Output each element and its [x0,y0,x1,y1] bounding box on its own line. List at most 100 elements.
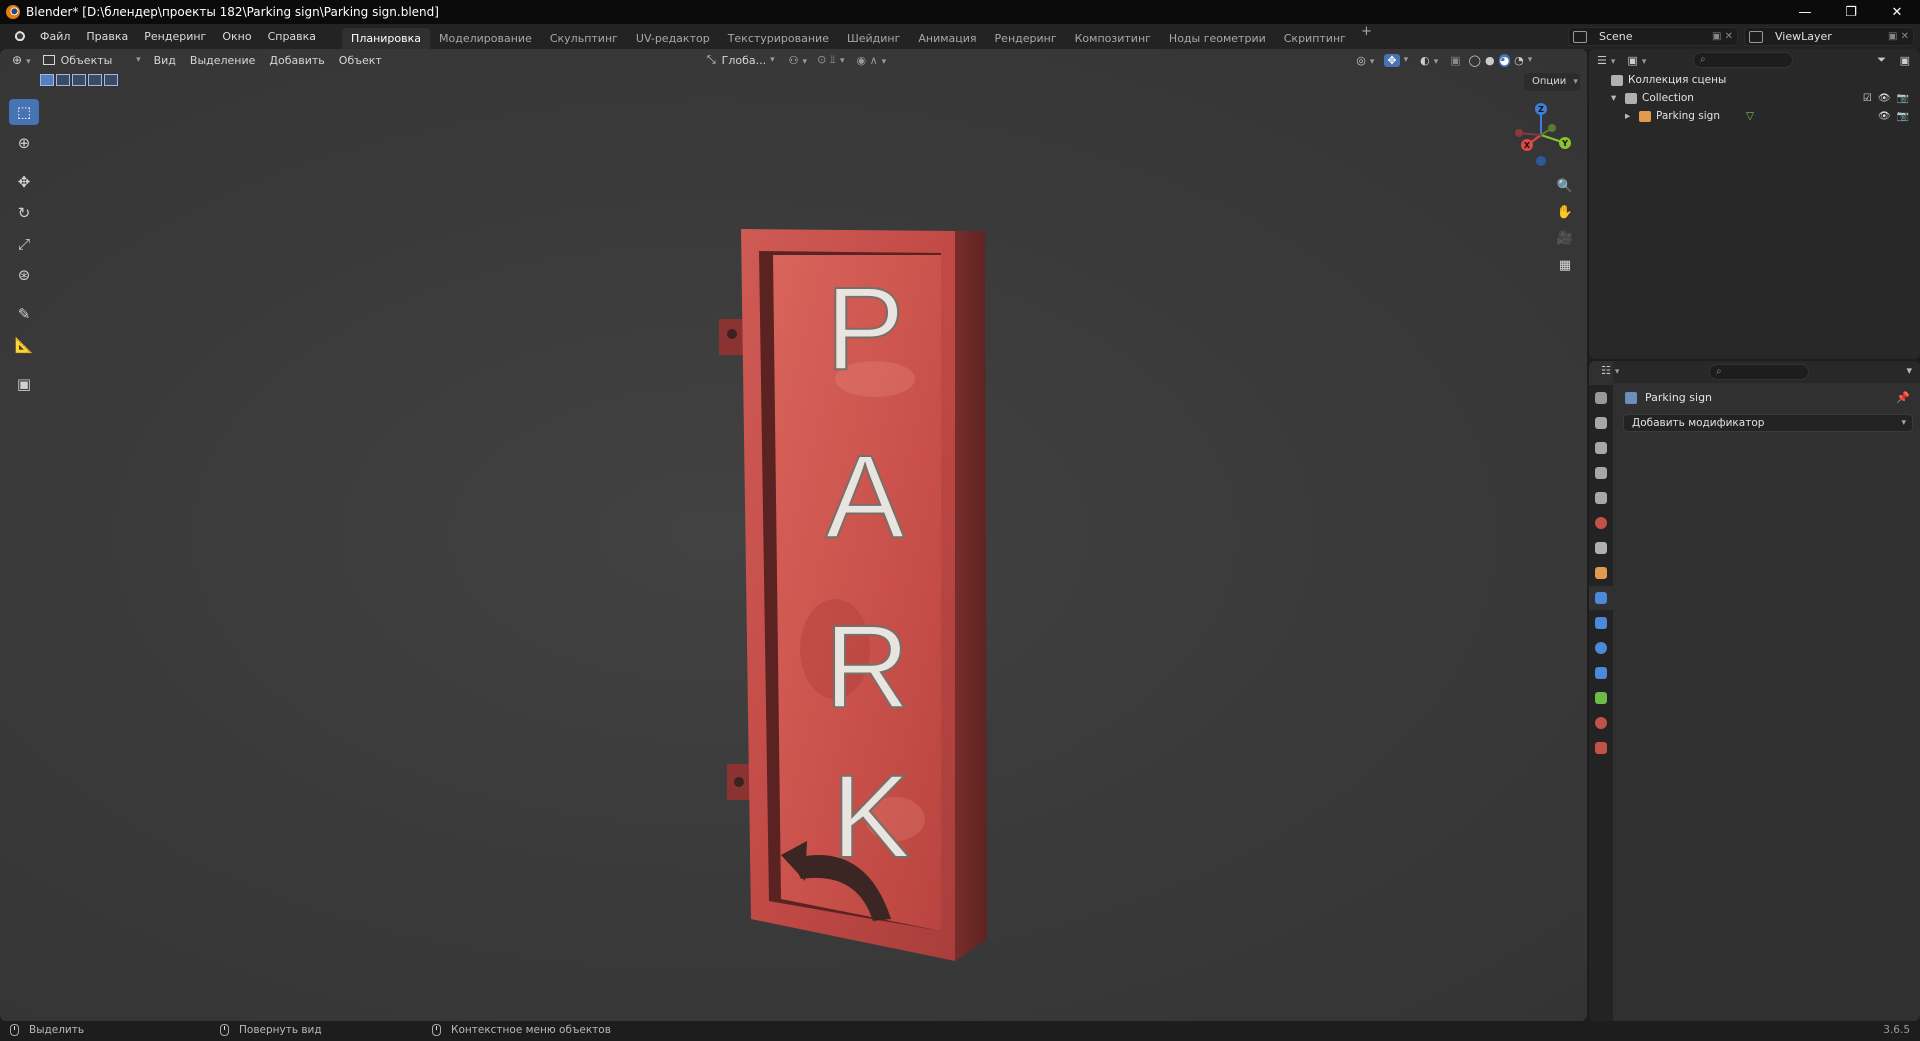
render-tab-icon[interactable] [1589,411,1613,435]
navigation-gizmo[interactable]: Z Y X [1505,99,1575,169]
add-cube-icon[interactable]: ▣ [9,371,39,397]
hide-eye-icon[interactable]: 👁 [1878,93,1891,104]
gizmo-neg-z-axis[interactable] [1536,156,1546,166]
tab-shading[interactable]: Шейдинг [838,28,909,49]
options-dropdown[interactable]: Опции ▾ [1524,73,1580,91]
tab-geometry-nodes[interactable]: Ноды геометрии [1160,28,1275,49]
rotate-icon[interactable]: ↻ [9,200,39,226]
perspective-toggle-icon[interactable]: ▦ [1554,254,1576,276]
minimize-button[interactable]: — [1782,0,1828,24]
xray-toggle-icon[interactable]: ▣ [1450,54,1460,67]
solid-shading-icon[interactable]: ● [1485,54,1495,67]
world-tab-icon[interactable] [1589,511,1613,535]
tab-sculpting[interactable]: Скульптинг [541,28,627,49]
physics-tab-icon[interactable] [1589,636,1613,660]
material-preview-icon[interactable]: ◕ [1498,53,1511,67]
select-extend-icon[interactable] [56,74,70,86]
transform-icon[interactable]: ⊛ [9,262,39,288]
texture-tab-icon[interactable] [1589,736,1613,760]
menu-window[interactable]: Окно [214,24,259,49]
gizmo-toggle-icon[interactable]: ✥ [1384,53,1400,67]
move-icon[interactable]: ✥ [9,169,39,195]
pin-icon[interactable]: 📌 [1896,391,1910,404]
menu-file[interactable]: Файл [32,24,78,49]
annotate-icon[interactable]: ✎ [9,301,39,327]
zoom-icon[interactable]: 🔍 [1554,175,1576,197]
tab-scripting[interactable]: Скриптинг [1275,28,1355,49]
menu-add[interactable]: Добавить [262,54,331,67]
outliner-object-row[interactable]: ▸ Parking sign ▽ 👁 📷 [1625,107,1917,125]
outliner-scene-collection[interactable]: Коллекция сцены [1611,71,1726,89]
proportional-editing-icon[interactable]: ◉ ∧ ▾ [857,54,887,67]
expand-object-icon[interactable]: ▸ [1625,110,1639,122]
menu-view[interactable]: Вид [147,54,183,67]
modifier-tab-icon[interactable] [1589,586,1613,610]
menu-help[interactable]: Справка [260,24,324,49]
scene-actions-icon[interactable]: ▣ ✕ [1712,31,1733,42]
properties-search-input[interactable]: ⌕ [1709,364,1809,380]
overlay-toggle-icon[interactable]: ◐ ▾ [1420,54,1438,67]
wireframe-shading-icon[interactable]: ◯ [1469,54,1481,67]
mesh-data-icon[interactable]: ▽ [1746,110,1754,122]
menu-render[interactable]: Рендеринг [136,24,214,49]
maximize-button[interactable]: ❐ [1828,0,1874,24]
outliner-editor-type-icon[interactable]: ☰ ▾ [1597,54,1615,67]
visibility-icon[interactable]: ◎ ▾ [1356,54,1374,67]
material-tab-icon[interactable] [1589,711,1613,735]
parking-sign-model[interactable]: P A R K [715,219,1005,969]
select-new-icon[interactable] [40,74,54,86]
render-camera-icon[interactable]: 📷 [1897,93,1909,104]
add-modifier-dropdown[interactable]: Добавить модификатор ▾ [1623,414,1913,432]
add-workspace-button[interactable]: + [1355,24,1378,49]
constraints-tab-icon[interactable] [1589,661,1613,685]
collection-tab-icon[interactable] [1589,536,1613,560]
select-intersect-icon[interactable] [104,74,118,86]
pivot-icon[interactable]: ⚇ ▾ [789,54,807,67]
properties-editor-type-icon[interactable]: ☷ ▾ [1601,364,1619,377]
gizmo-neg-x-axis[interactable] [1515,129,1523,137]
filter-icon[interactable]: ⏷ [1877,53,1886,67]
editor-type-icon[interactable]: ⊕ ▾ [12,53,31,67]
tab-modeling[interactable]: Моделирование [430,28,541,49]
cursor-icon[interactable]: ⊕ [9,130,39,156]
object-tab-icon[interactable] [1589,561,1613,585]
view-layer-tab-icon[interactable] [1589,461,1613,485]
camera-view-icon[interactable]: 🎥 [1554,227,1576,249]
menu-edit[interactable]: Правка [78,24,136,49]
exclude-checkbox-icon[interactable]: ☑ [1863,93,1872,104]
object-hide-eye-icon[interactable]: 👁 [1878,111,1891,122]
outliner-display-mode-icon[interactable]: ▣ ▾ [1627,54,1646,67]
scale-icon[interactable]: ⤢ [9,231,39,257]
select-invert-icon[interactable] [88,74,102,86]
scene-tab-icon[interactable] [1589,486,1613,510]
outliner-collection-row[interactable]: ▾ Collection ☑ 👁 📷 [1611,89,1917,107]
select-box-icon[interactable]: ⬚ [9,99,39,125]
gizmo-neg-y-axis[interactable] [1548,124,1556,132]
measure-icon[interactable]: 📐 [9,332,39,358]
tab-layout[interactable]: Планировка [342,28,431,49]
view-layer-actions-icon[interactable]: ▣ ✕ [1888,31,1909,42]
outliner-search-input[interactable]: ⌕ [1693,52,1793,68]
close-button[interactable]: ✕ [1874,0,1920,24]
tool-tab-icon[interactable] [1589,386,1613,410]
view-layer-selector[interactable]: ViewLayer ▣ ✕ [1744,27,1914,46]
tab-uv-editing[interactable]: UV-редактор [627,28,719,49]
tab-rendering[interactable]: Рендеринг [986,28,1066,49]
properties-options-icon[interactable]: ▾ [1906,364,1912,377]
3d-viewport[interactable]: ⊕ ▾ Объекты ▾ Вид Выделение Добавить Объе… [0,49,1587,1021]
mode-selector[interactable]: Объекты ▾ [42,54,141,67]
shading-options-icon[interactable]: ▾ [1528,55,1533,65]
expand-collapse-icon[interactable]: ▾ [1611,92,1625,104]
pan-hand-icon[interactable]: ✋ [1554,201,1576,223]
output-tab-icon[interactable] [1589,436,1613,460]
object-render-camera-icon[interactable]: 📷 [1897,111,1909,122]
transform-orientation-selector[interactable]: ⤡ Глоба... ▾ [707,53,775,67]
data-tab-icon[interactable] [1589,686,1613,710]
scene-selector[interactable]: Scene ▣ ✕ [1568,27,1738,46]
rendered-shading-icon[interactable]: ◔ [1514,54,1524,67]
tab-texture-paint[interactable]: Текстурирование [719,28,838,49]
particles-tab-icon[interactable] [1589,611,1613,635]
snap-icon[interactable]: ⊙ ⫫ ▾ [817,53,844,67]
menu-select[interactable]: Выделение [183,54,263,67]
blender-menu-icon[interactable] [10,28,26,45]
